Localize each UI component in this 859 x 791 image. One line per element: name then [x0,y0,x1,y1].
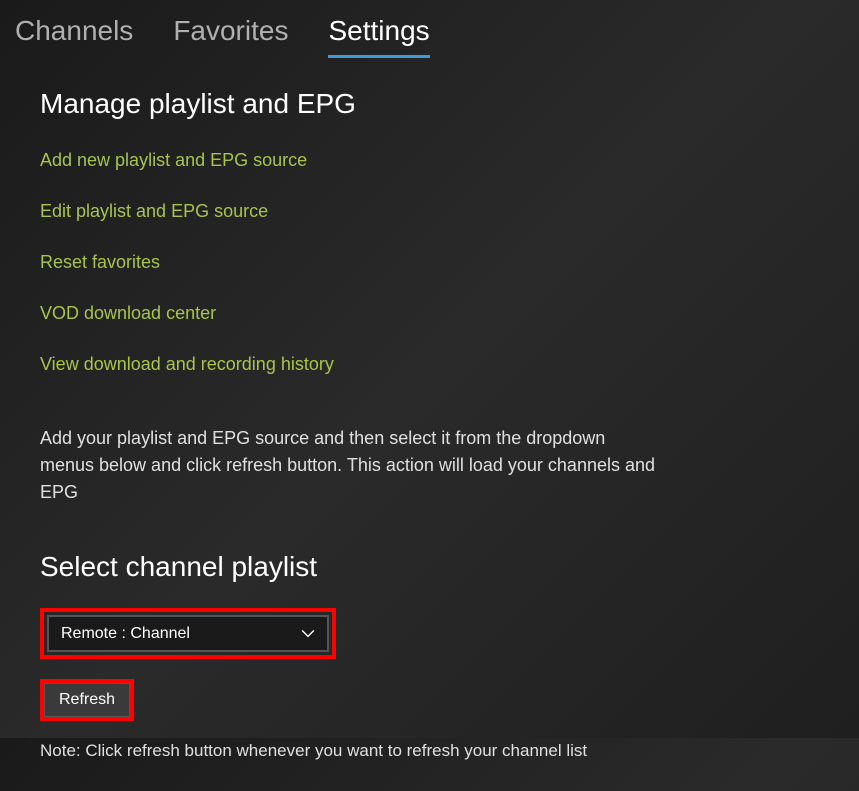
tab-bar: Channels Favorites Settings [0,0,859,58]
link-edit-playlist[interactable]: Edit playlist and EPG source [40,201,819,222]
description-text: Add your playlist and EPG source and the… [40,425,660,506]
settings-content: Manage playlist and EPG Add new playlist… [0,58,859,791]
chevron-down-icon [301,627,315,641]
link-add-playlist[interactable]: Add new playlist and EPG source [40,150,819,171]
refresh-highlight: Refresh [40,679,134,721]
link-vod-download[interactable]: VOD download center [40,303,819,324]
dropdown-selected-value: Remote : Channel [61,625,190,643]
manage-section-title: Manage playlist and EPG [40,88,819,120]
link-download-history[interactable]: View download and recording history [40,354,819,375]
refresh-button[interactable]: Refresh [44,683,130,717]
channel-playlist-dropdown[interactable]: Remote : Channel [47,615,329,652]
tab-favorites[interactable]: Favorites [173,15,288,58]
dropdown-highlight: Remote : Channel [40,608,336,659]
tab-channels[interactable]: Channels [15,15,133,58]
select-section-title: Select channel playlist [40,551,819,583]
refresh-note: Note: Click refresh button whenever you … [40,741,819,761]
link-reset-favorites[interactable]: Reset favorites [40,252,819,273]
tab-settings[interactable]: Settings [328,15,429,58]
